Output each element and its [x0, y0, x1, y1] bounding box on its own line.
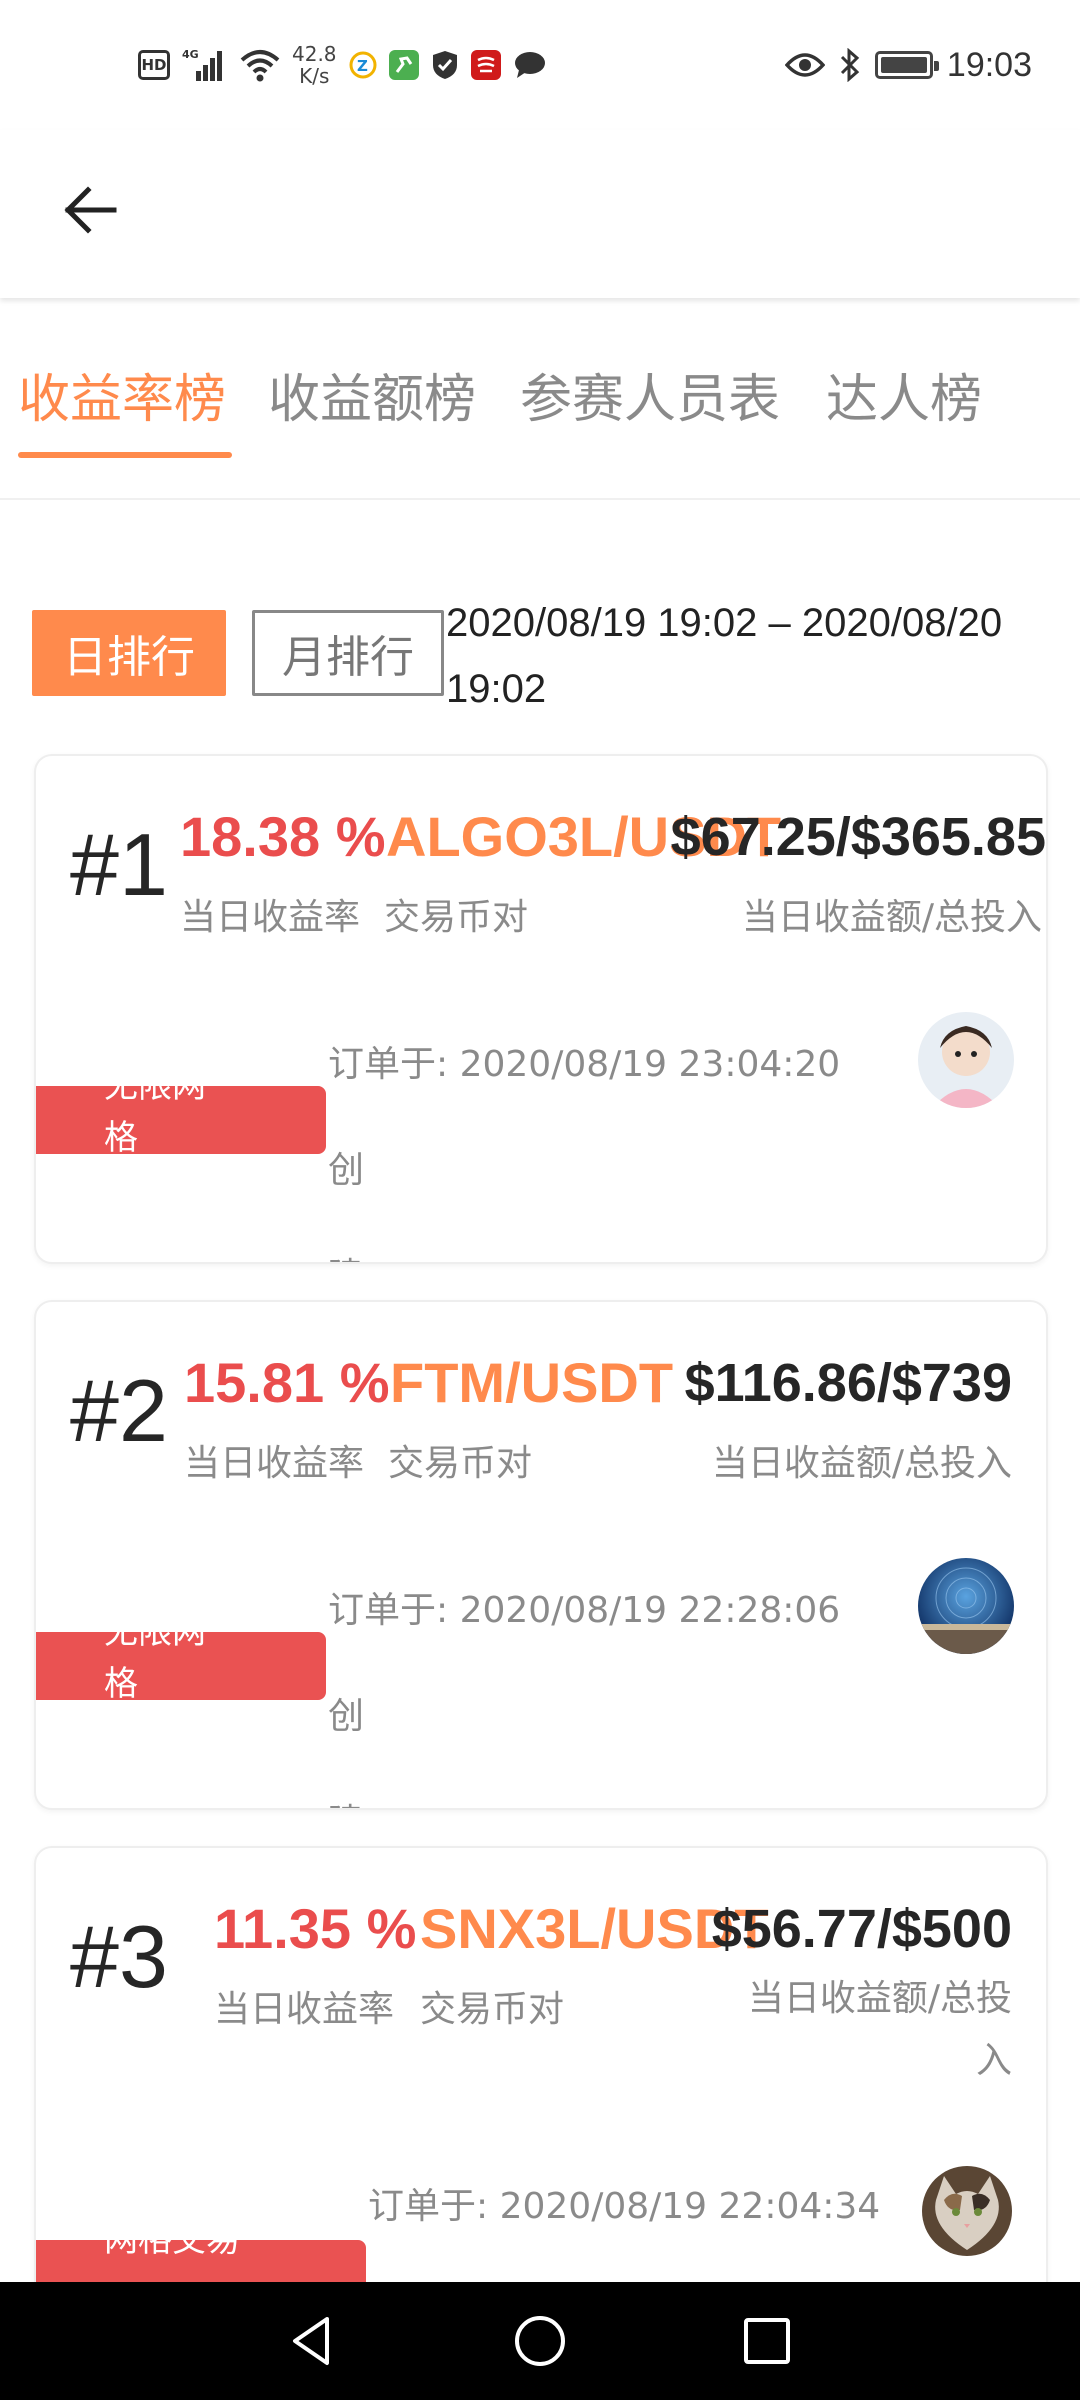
- app-icon-q: Z: [349, 51, 377, 79]
- return-rate: 11.35 %: [214, 1897, 417, 1960]
- user-avatar[interactable]: [922, 2166, 1012, 2256]
- daily-ranking-button[interactable]: 日排行: [32, 610, 226, 696]
- return-rate-label: 当日收益率: [180, 897, 361, 938]
- message-icon: [513, 50, 547, 80]
- trading-pair-label: 交易币对: [384, 897, 529, 938]
- bluetooth-icon: [839, 48, 861, 82]
- signal-icon: 4G: [182, 47, 228, 83]
- hd-icon: HD: [138, 50, 170, 80]
- date-range-line2: 19:02: [446, 667, 547, 711]
- trading-pair: FTM/USDT: [390, 1351, 674, 1414]
- shield-icon: [431, 49, 459, 81]
- filter-row: 日排行 月排行 2020/08/19 19:02 – 2020/08/20 19…: [32, 590, 1062, 720]
- app-icon-red: [470, 50, 501, 80]
- user-avatar[interactable]: [918, 1558, 1014, 1654]
- status-right: 19:03: [784, 40, 1032, 90]
- svg-text:4G: 4G: [182, 48, 199, 61]
- tab-participants[interactable]: 参赛人员表: [520, 360, 780, 460]
- ranking-tabs: 收益率榜 收益额榜 参赛人员表 达人榜: [0, 330, 1080, 500]
- date-range-line1: 2020/08/19 19:02 – 2020/08/20: [446, 601, 1003, 645]
- return-amount: $56.77/$500: [711, 1899, 1012, 1959]
- monthly-ranking-button[interactable]: 月排行: [252, 610, 444, 696]
- network-speed: 42.8 K/s: [292, 42, 337, 88]
- arrow-left-icon: [64, 186, 117, 234]
- order-created-time: 订单于: 2020/08/19 23:04:20创建: [328, 1044, 841, 1262]
- status-bar: HD 4G 42.8 K/s Z 19:03: [0, 0, 1080, 130]
- circle-home-icon: [514, 2316, 565, 2366]
- rank-number: #2: [70, 1361, 168, 1460]
- square-recents-icon: [743, 2318, 790, 2364]
- tab-return-rate[interactable]: 收益率榜: [18, 360, 226, 460]
- nav-back-button[interactable]: [268, 2296, 358, 2386]
- rank-number: #1: [70, 815, 168, 914]
- return-amount-label: 当日收益额/总投入: [711, 1443, 1012, 1484]
- status-left: HD 4G 42.8 K/s Z: [138, 40, 547, 90]
- app-icon-runner: [388, 50, 419, 80]
- trading-pair-label: 交易币对: [388, 1443, 533, 1484]
- user-avatar[interactable]: [918, 1012, 1014, 1108]
- nav-recents-button[interactable]: [722, 2296, 812, 2386]
- ranking-card-2[interactable]: #2 15.81 % FTM/USDT $116.86/$739 当日收益率 交…: [34, 1300, 1048, 1810]
- nav-home-button[interactable]: [495, 2296, 585, 2386]
- ranking-card-1[interactable]: #1 18.38 % ALGO3L/USDT $67.25/$365.85 当日…: [34, 754, 1048, 1264]
- return-rate-label: 当日收益率: [214, 1989, 395, 2030]
- battery-icon: [874, 51, 939, 79]
- return-amount: $116.86/$739: [684, 1353, 1012, 1413]
- tab-return-amount[interactable]: 收益额榜: [268, 360, 476, 460]
- wifi-icon: [240, 48, 280, 82]
- return-rate-label: 当日收益率: [184, 1443, 365, 1484]
- clock: 19:03: [946, 45, 1032, 84]
- return-amount-label: 当日收益额/总投 入: [747, 1978, 1012, 2081]
- triangle-back-icon: [293, 2317, 330, 2365]
- svg-text:Z: Z: [357, 57, 368, 75]
- return-amount-label: 当日收益额/总投入: [741, 897, 1042, 938]
- tab-experts[interactable]: 达人榜: [826, 360, 982, 460]
- strategy-tag: 无限网 格: [36, 1632, 326, 1700]
- date-range: 2020/08/19 19:02 – 2020/08/20 19:02: [446, 590, 1066, 722]
- return-amount: $67.25/$365.85: [670, 807, 1046, 867]
- trading-pair-label: 交易币对: [420, 1989, 565, 2030]
- app-bar: [0, 130, 1080, 298]
- back-button[interactable]: [50, 170, 130, 250]
- eye-icon: [784, 51, 825, 79]
- order-created-time: 订单于: 2020/08/19 22:28:06创建: [328, 1590, 841, 1808]
- active-tab-indicator: [18, 452, 232, 458]
- return-rate: 18.38 %: [180, 805, 386, 868]
- return-rate: 15.81 %: [184, 1351, 390, 1414]
- system-navigation-bar: [0, 2282, 1080, 2400]
- rank-number: #3: [70, 1907, 168, 2006]
- strategy-tag: 无限网 格: [36, 1086, 326, 1154]
